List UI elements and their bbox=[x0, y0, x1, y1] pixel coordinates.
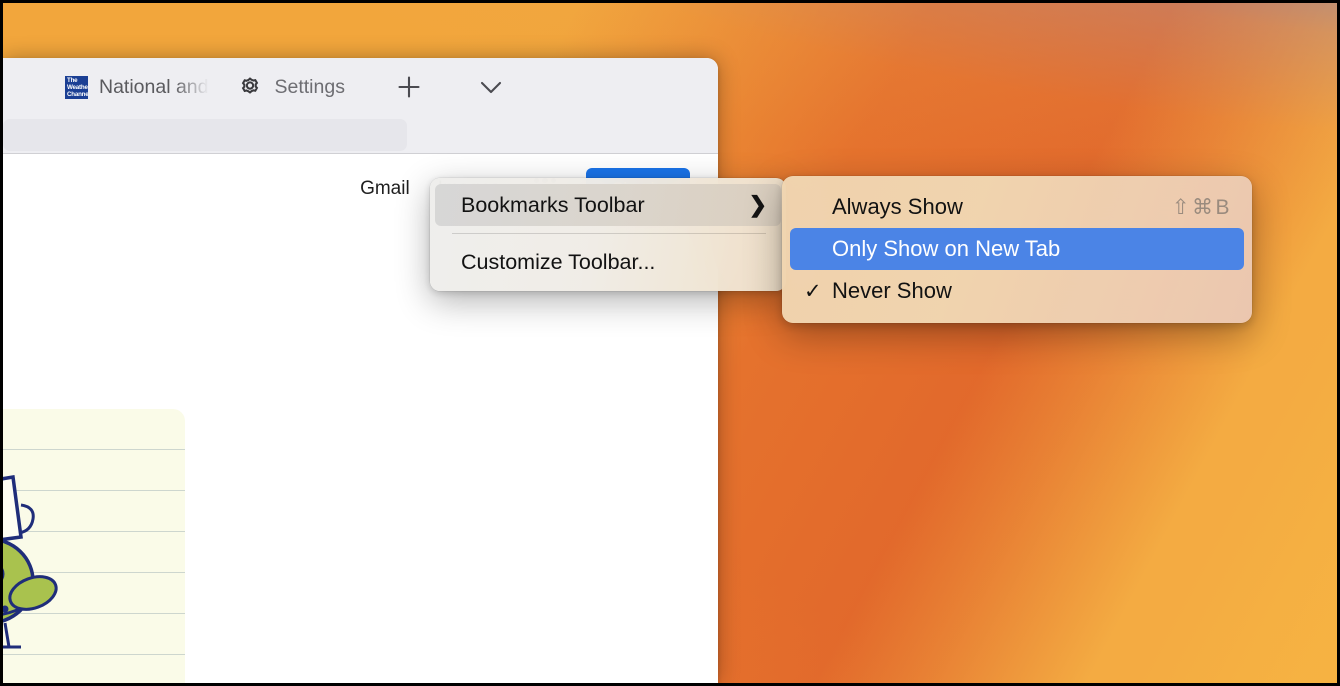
bookmarks-toolbar-submenu: Always Show ⇧⌘B Only Show on New Tab ✓ N… bbox=[782, 176, 1252, 323]
submenu-item-always-show[interactable]: Always Show ⇧⌘B bbox=[790, 186, 1244, 228]
tab-overview-button[interactable] bbox=[469, 67, 513, 107]
menu-item-bookmarks-toolbar[interactable]: Bookmarks Toolbar ❯ bbox=[435, 184, 781, 226]
checkmark-icon: ✓ bbox=[804, 281, 832, 302]
favicon-line-3: Channel bbox=[67, 91, 87, 98]
tab-title: Settings bbox=[275, 76, 345, 99]
context-menu: Bookmarks Toolbar ❯ Customize Toolbar... bbox=[430, 178, 786, 291]
chevron-right-icon: ❯ bbox=[749, 194, 767, 216]
submenu-item-never-show[interactable]: ✓ Never Show bbox=[790, 270, 1244, 312]
tab-title: National and bbox=[99, 76, 209, 99]
menu-separator bbox=[452, 233, 766, 234]
favicon-line-2: Weather bbox=[67, 84, 87, 91]
tab-strip: The Weather Channel National and Setting… bbox=[3, 58, 718, 116]
browser-toolbar: The Weather Channel National and Setting… bbox=[3, 58, 718, 154]
submenu-item-label: Only Show on New Tab bbox=[832, 236, 1216, 262]
keyboard-shortcut: ⇧⌘B bbox=[1172, 195, 1232, 220]
the-weather-channel-favicon: The Weather Channel bbox=[65, 76, 88, 99]
google-doodle[interactable] bbox=[3, 409, 185, 683]
screen: The Weather Channel National and Setting… bbox=[0, 0, 1340, 686]
tab-national-and[interactable]: The Weather Channel National and bbox=[65, 70, 209, 104]
menu-item-label: Customize Toolbar... bbox=[461, 250, 767, 275]
new-tab-button[interactable] bbox=[387, 67, 431, 107]
address-bar-row bbox=[3, 116, 718, 154]
tab-settings[interactable]: Settings bbox=[237, 70, 345, 104]
submenu-item-label: Always Show bbox=[832, 194, 1156, 220]
submenu-item-only-show-on-new-tab[interactable]: Only Show on New Tab bbox=[790, 228, 1244, 270]
browser-window: The Weather Channel National and Setting… bbox=[3, 58, 718, 683]
menu-item-customize-toolbar[interactable]: Customize Toolbar... bbox=[435, 241, 781, 283]
gear-icon bbox=[237, 72, 263, 103]
address-input[interactable] bbox=[3, 119, 407, 151]
menu-item-label: Bookmarks Toolbar bbox=[461, 193, 739, 218]
submenu-item-label: Never Show bbox=[832, 278, 1216, 304]
doodle-artwork bbox=[3, 409, 185, 683]
favicon-line-1: The bbox=[67, 77, 87, 84]
gmail-link[interactable]: Gmail bbox=[346, 178, 424, 200]
